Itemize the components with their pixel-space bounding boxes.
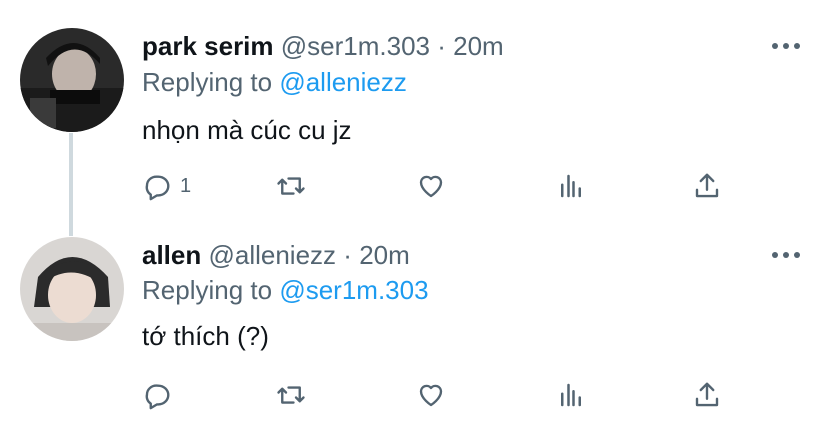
retweet-button[interactable] (276, 377, 306, 413)
share-icon (695, 382, 719, 407)
display-name[interactable]: allen (142, 240, 201, 270)
more-icon[interactable] (772, 250, 800, 260)
analytics-icon (561, 383, 581, 407)
tweet-text: tớ thích (?) (142, 321, 269, 351)
tweet-header: park serim @ser1m.303 · 20m (142, 30, 504, 62)
share-button[interactable] (692, 168, 722, 204)
share-icon (695, 173, 719, 198)
more-icon[interactable] (772, 41, 800, 51)
timestamp[interactable]: 20m (359, 240, 410, 270)
reply-button[interactable] (142, 377, 180, 413)
action-bar (142, 377, 742, 413)
analytics-icon (561, 174, 581, 198)
tweet-text: nhọn mà cúc cu jz (142, 115, 352, 145)
replying-to: Replying to @ser1m.303 (142, 274, 429, 306)
action-bar: 1 (142, 168, 742, 204)
like-button[interactable] (416, 377, 446, 413)
like-button[interactable] (416, 168, 446, 204)
handle[interactable]: @alleniezz (208, 240, 336, 270)
replying-prefix: Replying to (142, 67, 273, 97)
replying-prefix: Replying to (142, 275, 273, 305)
replying-to: Replying to @alleniezz (142, 66, 407, 98)
display-name[interactable]: park serim (142, 31, 274, 61)
timestamp[interactable]: 20m (453, 31, 504, 61)
retweet-button[interactable] (276, 168, 306, 204)
separator: · (343, 240, 352, 270)
reply-button[interactable]: 1 (142, 168, 191, 204)
separator: · (437, 31, 446, 61)
retweet-icon (277, 386, 305, 404)
like-icon (419, 384, 443, 407)
tweet-header: allen @alleniezz · 20m (142, 239, 410, 271)
reply-icon (145, 175, 170, 201)
reply-count: 1 (180, 174, 192, 197)
avatar-allen[interactable] (20, 237, 124, 341)
retweet-icon (277, 177, 305, 195)
mention-link[interactable]: @alleniezz (279, 67, 407, 97)
reply-icon (145, 384, 170, 410)
share-button[interactable] (692, 377, 722, 413)
analytics-button[interactable] (556, 168, 586, 204)
handle[interactable]: @ser1m.303 (281, 31, 430, 61)
mention-link[interactable]: @ser1m.303 (279, 275, 428, 305)
like-icon (419, 175, 443, 198)
avatar-park-serim[interactable] (20, 28, 124, 132)
thread-line (69, 133, 73, 236)
analytics-button[interactable] (556, 377, 586, 413)
